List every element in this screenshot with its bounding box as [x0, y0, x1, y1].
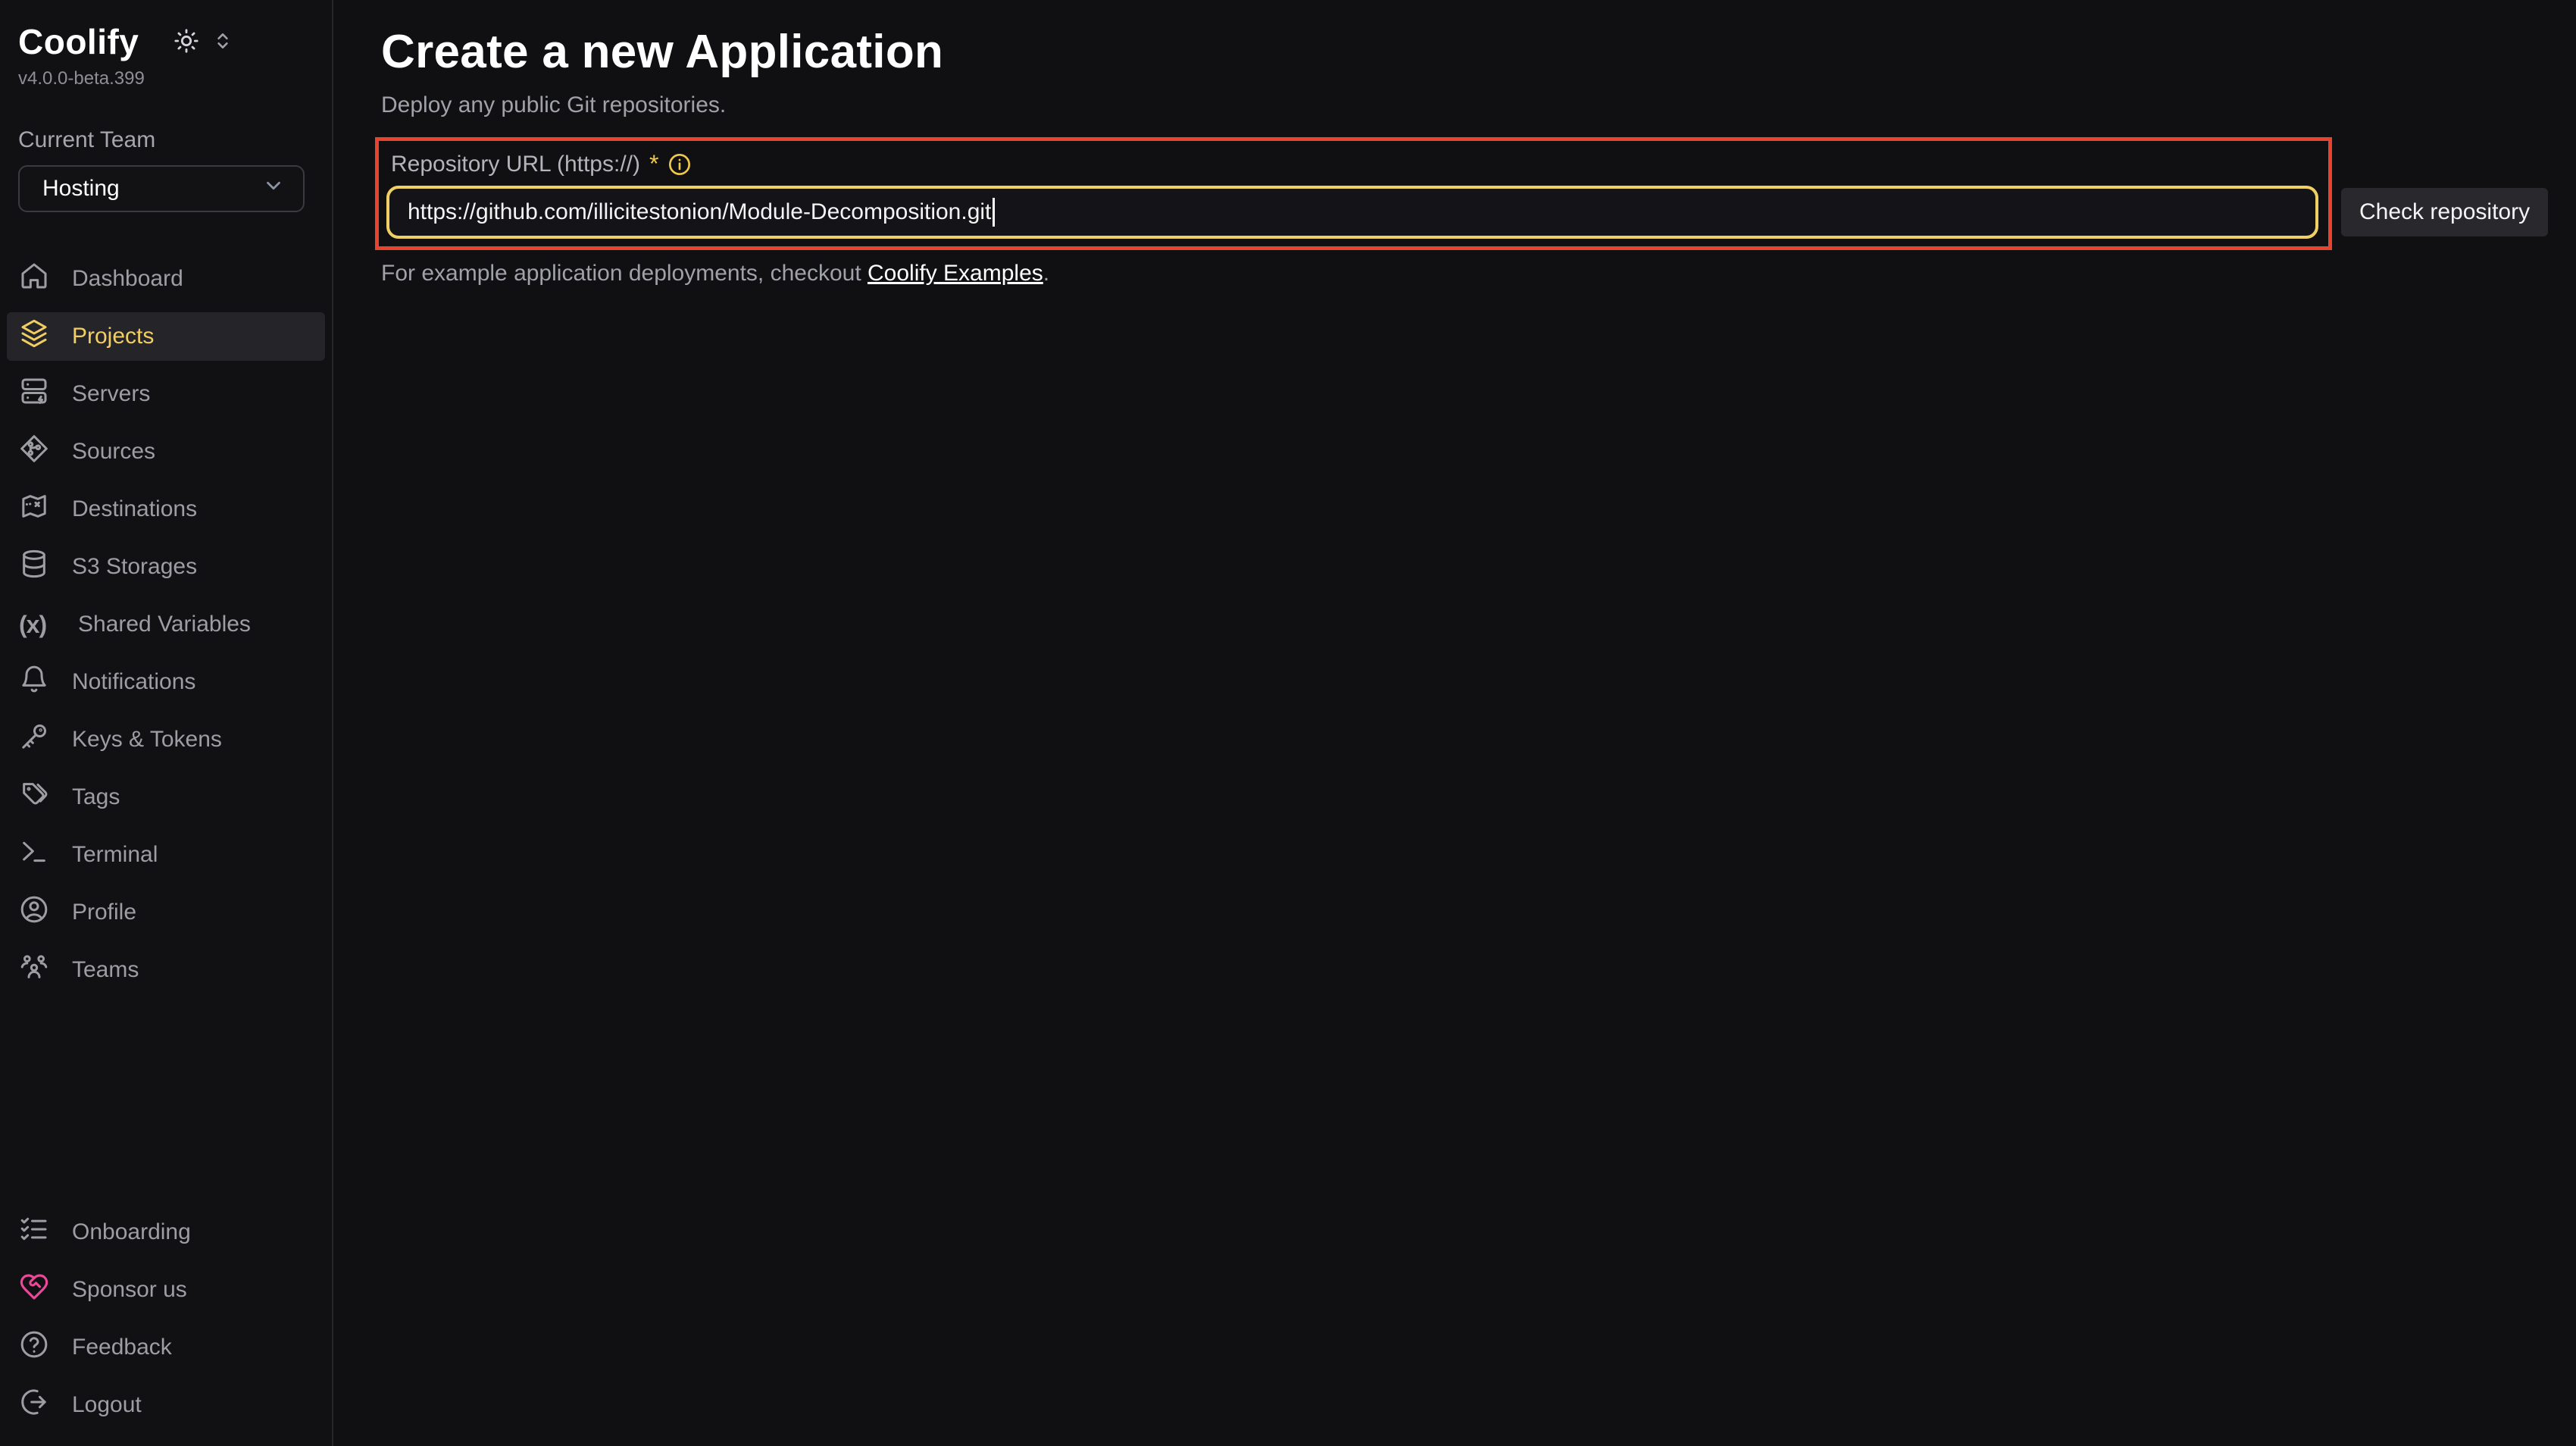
sidebar: Coolify v4.0.0-beta.399 Current Team Hos… — [0, 0, 333, 1446]
sidebar-item-tags[interactable]: Tags — [7, 773, 325, 822]
sidebar-item-keys-tokens[interactable]: Keys & Tokens — [7, 715, 325, 764]
helper-text: For example application deployments, che… — [381, 261, 2576, 286]
sidebar-item-label: Keys & Tokens — [72, 727, 222, 753]
info-icon[interactable] — [667, 152, 692, 177]
app-logo: Coolify — [18, 21, 139, 62]
help-circle-icon — [19, 1329, 49, 1366]
users-icon — [19, 952, 49, 988]
sidebar-item-label: Sponsor us — [72, 1277, 187, 1303]
bell-icon — [19, 664, 49, 700]
terminal-icon — [19, 837, 49, 873]
check-repository-button[interactable]: Check repository — [2341, 188, 2548, 236]
theme-toggle-button[interactable] — [174, 28, 199, 56]
sidebar-item-shared-variables[interactable]: (x) Shared Variables — [7, 600, 325, 649]
app-version: v4.0.0-beta.399 — [18, 68, 314, 89]
sidebar-item-logout[interactable]: Logout — [7, 1381, 325, 1429]
sidebar-item-label: Dashboard — [72, 266, 183, 292]
sun-icon — [174, 28, 199, 56]
sidebar-item-feedback[interactable]: Feedback — [7, 1323, 325, 1372]
repository-url-value: https://github.com/illicitestonion/Modul… — [408, 199, 991, 225]
variables-icon: (x) — [19, 611, 55, 639]
sidebar-item-label: Sources — [72, 439, 155, 465]
repository-url-label: Repository URL (https://) — [391, 152, 640, 177]
sidebar-item-label: Servers — [72, 381, 150, 407]
sidebar-item-label: Teams — [72, 957, 139, 983]
expand-button[interactable] — [213, 31, 233, 53]
logout-icon — [19, 1387, 49, 1423]
sidebar-item-sources[interactable]: Sources — [7, 427, 325, 476]
sidebar-item-profile[interactable]: Profile — [7, 888, 325, 937]
database-icon — [19, 549, 49, 585]
sidebar-item-servers[interactable]: Servers — [7, 370, 325, 418]
map-icon — [19, 491, 49, 527]
page-title: Create a new Application — [381, 25, 2576, 79]
sidebar-item-label: Profile — [72, 900, 136, 925]
sidebar-item-destinations[interactable]: Destinations — [7, 485, 325, 534]
sidebar-item-terminal[interactable]: Terminal — [7, 831, 325, 879]
logo-block: Coolify v4.0.0-beta.399 — [0, 0, 332, 89]
sidebar-item-onboarding[interactable]: Onboarding — [7, 1208, 325, 1257]
home-icon — [19, 261, 49, 297]
sidebar-item-label: Feedback — [72, 1335, 172, 1360]
sidebar-item-label: S3 Storages — [72, 554, 197, 580]
helper-suffix: . — [1043, 261, 1049, 286]
annotation-highlight-box: Repository URL (https://) * https://gith… — [375, 137, 2332, 250]
sidebar-nav: Dashboard Projects Servers Sources Desti… — [0, 255, 332, 1003]
sidebar-item-notifications[interactable]: Notifications — [7, 658, 325, 706]
main-content: Create a new Application Deploy any publ… — [333, 0, 2576, 1446]
repository-url-input[interactable]: https://github.com/illicitestonion/Modul… — [386, 186, 2318, 239]
page-subtitle: Deploy any public Git repositories. — [381, 92, 2576, 118]
sidebar-footer-nav: Onboarding Sponsor us Feedback Logout — [0, 1208, 332, 1438]
sidebar-item-label: Destinations — [72, 496, 197, 522]
sidebar-item-teams[interactable]: Teams — [7, 946, 325, 994]
sidebar-item-sponsor-us[interactable]: Sponsor us — [7, 1266, 325, 1314]
chevron-down-icon — [262, 174, 285, 203]
coolify-examples-link[interactable]: Coolify Examples — [868, 261, 1043, 286]
sidebar-item-label: Logout — [72, 1392, 142, 1418]
checklist-icon — [19, 1214, 49, 1250]
sidebar-item-label: Shared Variables — [78, 612, 251, 637]
team-selector-value: Hosting — [42, 176, 120, 202]
sidebar-item-dashboard[interactable]: Dashboard — [7, 255, 325, 303]
heart-handshake-icon — [19, 1272, 49, 1308]
server-icon — [19, 376, 49, 412]
sidebar-item-label: Projects — [72, 324, 154, 349]
tag-icon — [19, 779, 49, 815]
git-source-icon — [19, 433, 49, 470]
sidebar-item-projects[interactable]: Projects — [7, 312, 325, 361]
layers-icon — [19, 318, 49, 355]
helper-prefix: For example application deployments, che… — [381, 261, 868, 286]
text-caret — [993, 198, 995, 227]
repository-form-row: Repository URL (https://) * https://gith… — [375, 137, 2576, 250]
sidebar-item-label: Tags — [72, 784, 120, 810]
current-team-label: Current Team — [18, 127, 314, 153]
key-icon — [19, 721, 49, 758]
sidebar-item-label: Terminal — [72, 842, 158, 868]
team-selector[interactable]: Hosting — [18, 165, 305, 212]
sidebar-item-label: Onboarding — [72, 1219, 191, 1245]
user-circle-icon — [19, 894, 49, 931]
sidebar-item-label: Notifications — [72, 669, 195, 695]
required-marker: * — [649, 150, 658, 178]
chevrons-up-down-icon — [213, 31, 233, 53]
sidebar-item-s3-storages[interactable]: S3 Storages — [7, 543, 325, 591]
